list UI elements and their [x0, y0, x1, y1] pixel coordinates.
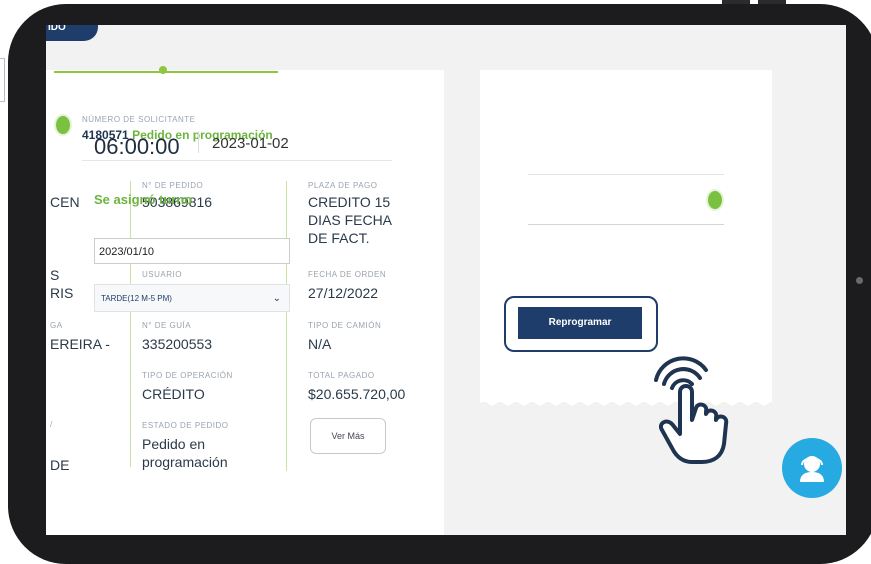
status-dot: [56, 116, 70, 134]
reprogramar-button[interactable]: Reprogramar: [518, 307, 642, 339]
col1-label-c: GA: [50, 321, 63, 330]
turno-status: Se asignó turno: [94, 192, 193, 207]
schedule-time: 06:00:00: [94, 134, 180, 159]
operacion-value: CRÉDITO: [142, 386, 205, 402]
schedule-date: 2023-01-02: [212, 135, 289, 152]
plaza-value-line2: DIAS FECHA: [308, 212, 393, 228]
power-button: [758, 0, 786, 4]
plaza-value-line3: DE FACT.: [308, 230, 370, 246]
col1-value-b1: S: [50, 267, 60, 283]
divider: [528, 224, 724, 225]
col1-value-d: DE: [50, 457, 70, 473]
divider: [528, 174, 724, 175]
usuario-label: USUARIO: [142, 270, 182, 279]
column-divider: [286, 181, 287, 471]
column-divider: [130, 181, 131, 467]
turno-status-dot: [708, 191, 722, 209]
chevron-down-icon: ⌄: [272, 293, 281, 304]
operacion-label: TIPO DE OPERACIÓN: [142, 371, 233, 380]
plaza-label: PLAZA DE PAGO: [308, 181, 378, 190]
estado-label: ESTADO DE PEDIDO: [142, 421, 229, 430]
section-tab: IDO: [46, 25, 98, 41]
estado-value-line1: Pedido en: [142, 436, 206, 452]
col1-value-b2: RIS: [50, 285, 74, 301]
reschedule-date-input[interactable]: 2023/01/10: [94, 238, 290, 264]
time-date-separator: [198, 131, 199, 153]
camion-value: N/A: [308, 336, 332, 352]
left-bracket: [0, 58, 5, 102]
guia-value: 335200553: [142, 336, 213, 352]
col1-value-a: CEN: [50, 194, 80, 210]
chat-support-button[interactable]: [782, 438, 842, 498]
solicitor-label: NÚMERO DE SOLICITANTE: [82, 115, 196, 124]
shift-select-value: TARDE(12 M-5 PM): [101, 294, 172, 303]
shift-select[interactable]: TARDE(12 M-5 PM) ⌄: [94, 284, 290, 312]
total-label: TOTAL PAGADO: [308, 371, 375, 380]
volume-button: [722, 0, 750, 4]
estado-value-line2: programación: [142, 454, 228, 470]
progress-marker: [159, 66, 167, 74]
plaza-value-line1: CREDITO 15: [308, 194, 391, 210]
camion-label: TIPO DE CAMIÓN: [308, 321, 382, 330]
col1-label-d: /: [50, 420, 53, 429]
pedido-label: N° DE PEDIDO: [142, 181, 204, 190]
total-value: $20.655.720,00: [308, 386, 406, 402]
support-agent-icon: [800, 456, 824, 482]
divider: [82, 160, 392, 161]
guia-label: N° DE GUÍA: [142, 321, 192, 330]
hand-pointer-icon: [654, 356, 729, 464]
col1-value-c: EREIRA -: [50, 336, 110, 352]
ver-mas-button[interactable]: Ver Más: [310, 418, 386, 454]
fecha-value: 27/12/2022: [308, 285, 379, 301]
fecha-label: FECHA DE ORDEN: [308, 270, 387, 279]
camera-dot: [856, 277, 863, 284]
